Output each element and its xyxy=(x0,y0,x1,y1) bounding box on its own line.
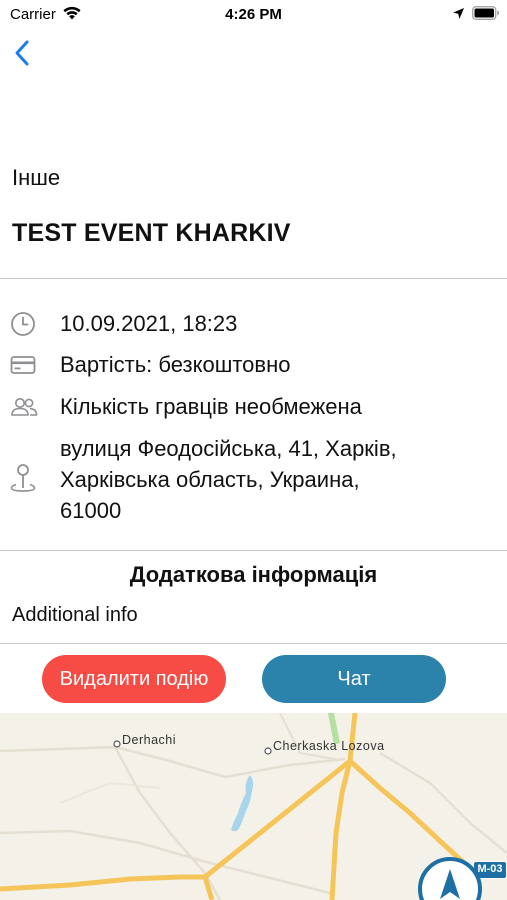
event-map[interactable]: Derhachi Cherkaska Lozova M-03 xyxy=(0,713,507,900)
back-button[interactable] xyxy=(12,38,40,68)
credit-card-icon xyxy=(10,356,36,374)
map-place-label: Cherkaska Lozova xyxy=(273,739,385,753)
divider xyxy=(0,643,507,644)
chat-button[interactable]: Чат xyxy=(262,655,446,703)
map-place-label: Derhachi xyxy=(122,733,177,747)
additional-info-text: Additional info xyxy=(12,604,138,626)
divider xyxy=(0,278,507,279)
status-bar: Carrier 4:26 PM xyxy=(0,0,507,30)
players-row: Кількість гравців необмежена xyxy=(0,391,507,422)
navigation-arrow-icon xyxy=(440,869,460,899)
address-row: вулиця Феодосійська, 41, Харків, Харківс… xyxy=(0,433,507,526)
event-price: Вартість: безкоштовно xyxy=(60,352,291,377)
location-arrow-icon xyxy=(453,8,464,19)
navigate-button[interactable] xyxy=(418,857,482,900)
delete-event-button[interactable]: Видалити подію xyxy=(42,655,226,703)
datetime-row: 10.09.2021, 18:23 xyxy=(0,308,507,339)
divider xyxy=(0,550,507,551)
event-address-line-3: 61000 xyxy=(60,498,122,523)
clock-icon xyxy=(11,312,35,336)
price-row: Вартість: безкоштовно xyxy=(0,349,507,380)
additional-info-title: Додаткова інформація xyxy=(129,562,378,587)
event-datetime: 10.09.2021, 18:23 xyxy=(60,311,238,336)
event-players: Кількість гравців необмежена xyxy=(60,394,362,419)
event-title: TEST EVENT KHARKIV xyxy=(12,219,291,247)
map-pin-icon xyxy=(10,464,36,492)
event-address-line-2: Харківська область, Украина, xyxy=(60,467,360,492)
clock-time: 4:26 PM xyxy=(225,6,282,23)
event-address-line-1: вулиця Феодосійська, 41, Харків, xyxy=(60,436,397,461)
event-category: Інше xyxy=(12,165,61,190)
players-icon xyxy=(11,398,38,416)
battery-icon xyxy=(472,6,499,20)
